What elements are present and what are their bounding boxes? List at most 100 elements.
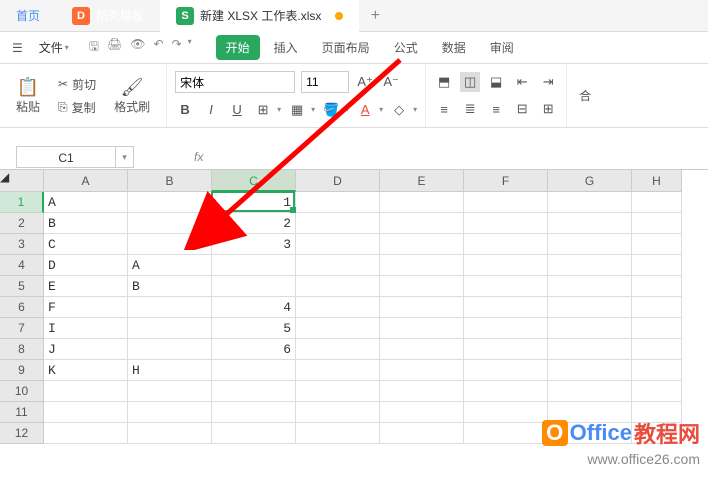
cell[interactable]	[632, 318, 682, 339]
app-menu-icon[interactable]: ☰	[8, 41, 27, 55]
grid-body[interactable]: A1B2C3DAEBF4I5J6KH	[44, 192, 682, 444]
cell[interactable]	[548, 192, 632, 213]
cell[interactable]	[464, 213, 548, 234]
align-left-icon[interactable]: ≡	[434, 99, 454, 119]
cell[interactable]	[128, 297, 212, 318]
cell[interactable]: C	[44, 234, 128, 255]
cell[interactable]: 3	[212, 234, 296, 255]
cell[interactable]	[464, 255, 548, 276]
cell[interactable]	[548, 381, 632, 402]
align-right-icon[interactable]: ≡	[486, 99, 506, 119]
cell[interactable]: J	[44, 339, 128, 360]
cell[interactable]: D	[44, 255, 128, 276]
cell[interactable]: 2	[212, 213, 296, 234]
cell-style-icon[interactable]: ▦	[287, 100, 307, 120]
undo-icon[interactable]: ↶	[154, 37, 164, 58]
tab-docer[interactable]: D 稻壳模板	[56, 0, 160, 32]
col-header[interactable]: C	[212, 170, 296, 192]
cell[interactable]	[212, 402, 296, 423]
cell[interactable]	[548, 297, 632, 318]
cell[interactable]: 6	[212, 339, 296, 360]
cell[interactable]: A	[44, 192, 128, 213]
cell[interactable]	[128, 213, 212, 234]
select-all-corner[interactable]: ◢	[0, 170, 44, 192]
merge-button[interactable]: 合	[575, 85, 595, 106]
row-header[interactable]: 3	[0, 234, 44, 255]
cell[interactable]	[296, 213, 380, 234]
cell[interactable]	[380, 402, 464, 423]
ribbon-tab-insert[interactable]: 插入	[264, 35, 308, 60]
cell[interactable]	[128, 423, 212, 444]
col-header[interactable]: D	[296, 170, 380, 192]
cell[interactable]	[548, 339, 632, 360]
cell[interactable]	[380, 318, 464, 339]
align-center-icon[interactable]: ≣	[460, 99, 480, 119]
chevron-down-icon[interactable]: ▾	[188, 37, 192, 58]
tab-home[interactable]: 首页	[0, 0, 56, 32]
row-header[interactable]: 2	[0, 213, 44, 234]
row-header[interactable]: 7	[0, 318, 44, 339]
cell[interactable]	[632, 192, 682, 213]
bold-icon[interactable]: B	[175, 100, 195, 120]
cell[interactable]	[128, 339, 212, 360]
cell[interactable]	[632, 276, 682, 297]
cell[interactable]	[296, 276, 380, 297]
cell[interactable]	[296, 402, 380, 423]
cell[interactable]	[464, 297, 548, 318]
cell[interactable]: K	[44, 360, 128, 381]
cell[interactable]	[548, 318, 632, 339]
cell[interactable]	[632, 360, 682, 381]
cell[interactable]	[380, 339, 464, 360]
cell[interactable]	[632, 213, 682, 234]
name-box[interactable]: C1	[16, 146, 116, 168]
cell[interactable]: A	[128, 255, 212, 276]
row-header[interactable]: 1	[0, 192, 44, 213]
col-header[interactable]: H	[632, 170, 682, 192]
save-icon[interactable]: 🖫	[89, 37, 99, 58]
cell[interactable]	[128, 318, 212, 339]
cell[interactable]	[380, 276, 464, 297]
cut-button[interactable]: ✂剪切	[54, 74, 100, 95]
cell[interactable]	[380, 192, 464, 213]
cell[interactable]	[380, 234, 464, 255]
cell[interactable]	[44, 381, 128, 402]
cell[interactable]: 5	[212, 318, 296, 339]
cell[interactable]	[44, 402, 128, 423]
cell[interactable]	[464, 381, 548, 402]
cell[interactable]: B	[128, 276, 212, 297]
cell[interactable]	[212, 276, 296, 297]
cell[interactable]	[296, 360, 380, 381]
cell[interactable]	[548, 360, 632, 381]
tab-add-button[interactable]: +	[359, 7, 391, 25]
cell[interactable]	[548, 402, 632, 423]
cell[interactable]	[632, 402, 682, 423]
cell[interactable]	[296, 339, 380, 360]
border-icon[interactable]: ⊞	[253, 100, 273, 120]
col-header[interactable]: G	[548, 170, 632, 192]
cell[interactable]	[296, 381, 380, 402]
row-header[interactable]: 11	[0, 402, 44, 423]
cell[interactable]: F	[44, 297, 128, 318]
tab-active-workbook[interactable]: S 新建 XLSX 工作表.xlsx	[160, 0, 359, 32]
cell[interactable]	[464, 360, 548, 381]
cell[interactable]	[464, 339, 548, 360]
cell[interactable]	[296, 255, 380, 276]
cell[interactable]	[464, 276, 548, 297]
indent-left-icon[interactable]: ⇤	[512, 72, 532, 92]
ribbon-tab-formula[interactable]: 公式	[384, 35, 428, 60]
cell[interactable]	[548, 234, 632, 255]
cell[interactable]	[464, 423, 548, 444]
formula-input[interactable]	[207, 146, 708, 168]
italic-icon[interactable]: I	[201, 100, 221, 120]
distribute-icon[interactable]: ⊞	[538, 99, 558, 119]
cell[interactable]	[128, 381, 212, 402]
cell[interactable]	[380, 213, 464, 234]
align-bottom-icon[interactable]: ⬓	[486, 72, 506, 92]
cell[interactable]	[44, 423, 128, 444]
cell[interactable]	[464, 318, 548, 339]
cell[interactable]	[128, 192, 212, 213]
cell[interactable]	[548, 255, 632, 276]
row-header[interactable]: 8	[0, 339, 44, 360]
cell[interactable]	[128, 402, 212, 423]
cell[interactable]	[380, 423, 464, 444]
